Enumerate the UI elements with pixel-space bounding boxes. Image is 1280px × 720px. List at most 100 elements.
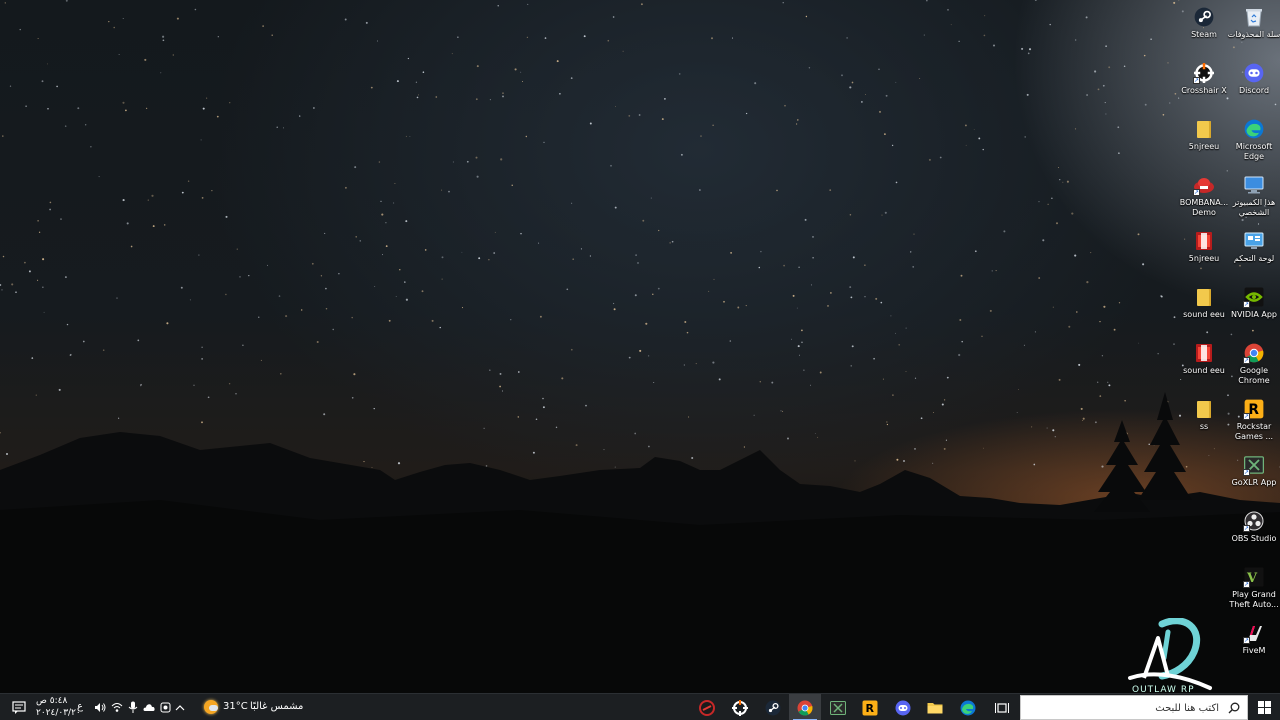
gta-icon: V ↗ (1243, 566, 1265, 588)
desktop-icon-obs-studio[interactable]: ↗ OBS Studio (1227, 506, 1280, 560)
taskbar-chrome[interactable] (789, 694, 821, 720)
onedrive-icon[interactable] (142, 700, 156, 714)
taskbar-file-explorer[interactable] (919, 694, 951, 720)
desktop-icon-label: Crosshair X (1181, 86, 1227, 95)
shortcut-arrow-icon: ↗ (1193, 77, 1200, 84)
taskbar-discord[interactable] (887, 694, 919, 720)
weather-condition: مشمس غالبًا (250, 701, 304, 712)
desktop-icon-this-pc[interactable]: هذا الكمبيوتر الشخصي (1227, 170, 1280, 224)
language-indicator[interactable]: ع (77, 701, 83, 712)
desktop-icon-5njreeu-folder[interactable]: 5njreeu (1177, 114, 1231, 168)
task-view-icon (995, 702, 1009, 713)
bombana-icon: ↗ (1193, 174, 1215, 196)
desktop-icon-sound-eeu-winrar[interactable]: sound eeu (1177, 338, 1231, 392)
clock-date: ٢٠٢٤/٠٣/٢٠ (36, 708, 81, 718)
desktop-icon-discord[interactable]: Discord (1227, 58, 1280, 112)
obs-icon: ↗ (1243, 510, 1265, 532)
desktop-icon-label: sound eeu (1183, 310, 1225, 319)
desktop-icon-grid: Steam سلة المحذوفات ↗ Crosshair X Discord 5nj… (1170, 0, 1280, 693)
clock[interactable]: ٥:٤٨ ص ٢٠٢٤/٠٣/٢٠ (34, 695, 81, 720)
taskbar-steam[interactable] (757, 694, 789, 720)
taskbar-task-view[interactable] (986, 694, 1018, 720)
taskbar-goxlr[interactable] (822, 694, 854, 720)
weather-widget[interactable]: 31°C مشمس غالبًا (200, 694, 304, 720)
shortcut-arrow-icon: ↗ (1243, 413, 1250, 420)
recycle-bin-icon (1243, 6, 1265, 28)
taskbar: ٥:٤٨ ص ٢٠٢٤/٠٣/٢٠ ع 31°C مشمس غالبًا R ا… (0, 693, 1280, 720)
desktop-icon-label: 5njreeu (1188, 142, 1220, 151)
crosshair-icon: ↗ (1193, 62, 1215, 84)
folder-icon (1193, 118, 1215, 140)
rockstar-icon: R ↗ (1243, 398, 1265, 420)
start-button[interactable] (1248, 694, 1280, 720)
mountain-silhouette (0, 392, 1280, 693)
chevron-up-icon[interactable] (173, 700, 187, 714)
steam-icon (765, 700, 781, 715)
shortcut-arrow-icon: ↗ (1243, 525, 1250, 532)
tray-app-icon[interactable] (158, 700, 172, 714)
svg-text:R: R (866, 702, 875, 715)
volume-icon[interactable] (93, 700, 107, 714)
desktop-icon-label: 5njreeu (1188, 254, 1220, 263)
search-icon (1225, 699, 1243, 717)
outlaw-rp-logo: OUTLAW RP (1128, 618, 1212, 693)
taskbar-edge[interactable] (952, 694, 984, 720)
edge-icon (960, 700, 976, 715)
desktop-icon-steam[interactable]: Steam (1177, 2, 1231, 56)
desktop-icon-label: OBS Studio (1231, 534, 1277, 543)
desktop-icon-goxlr-app[interactable]: ↗ GoXLR App (1227, 450, 1280, 504)
fivem-icon: ↗ (1243, 622, 1265, 644)
shortcut-arrow-icon: ↗ (1243, 301, 1250, 308)
shortcut-arrow-icon: ↗ (1193, 189, 1200, 196)
desktop-icon-play-gta[interactable]: V ↗ Play Grand Theft Auto... (1227, 562, 1280, 616)
chrome-icon: ↗ (1243, 342, 1265, 364)
taskbar-search-box[interactable] (1020, 695, 1248, 720)
desktop: Steam سلة المحذوفات ↗ Crosshair X Discord 5nj… (0, 0, 1280, 693)
desktop-icon-ss-folder[interactable]: ss (1177, 394, 1231, 448)
desktop-icon-fivem[interactable]: ↗ FiveM (1227, 618, 1280, 672)
nvidia-icon: ↗ (1243, 286, 1265, 308)
desktop-icon-nvidia-app[interactable]: ↗ NVIDIA App (1227, 282, 1280, 336)
desktop-icon-label: لوحة التحكم (1233, 254, 1275, 263)
desktop-icon-microsoft-edge[interactable]: Microsoft Edge (1227, 114, 1280, 168)
desktop-icon-crosshair-x[interactable]: ↗ Crosshair X (1177, 58, 1231, 112)
chrome-icon (797, 700, 813, 715)
desktop-icon-bombana-demo[interactable]: ↗ BOMBANA... Demo (1177, 170, 1231, 224)
folder-icon (1193, 286, 1215, 308)
desktop-icon-recycle-bin[interactable]: سلة المحذوفات (1227, 2, 1280, 56)
desktop-icon-label: Rockstar Games ... (1234, 422, 1274, 441)
desktop-icon-label: BOMBANA... Demo (1179, 198, 1229, 217)
svg-text:OUTLAW RP: OUTLAW RP (1132, 685, 1195, 693)
clock-time: ٥:٤٨ ص (36, 696, 68, 706)
desktop-icon-label: Play Grand Theft Auto... (1229, 590, 1279, 609)
taskbar-crosshair[interactable] (724, 694, 756, 720)
desktop-icon-rockstar-games[interactable]: R ↗ Rockstar Games ... (1227, 394, 1280, 448)
search-input[interactable] (1041, 697, 1221, 719)
taskbar-rockstar[interactable]: R (854, 694, 886, 720)
folder-icon (1193, 398, 1215, 420)
desktop-icon-label: ss (1199, 422, 1209, 431)
network-icon[interactable] (110, 700, 124, 714)
desktop-icon-label: Discord (1238, 86, 1270, 95)
desktop-icon-sound-eeu-folder[interactable]: sound eeu (1177, 282, 1231, 336)
crosshair-icon (732, 699, 748, 716)
winrar-icon (1193, 230, 1215, 252)
desktop-icon-label: FiveM (1242, 646, 1266, 655)
desktop-icon-label: NVIDIA App (1231, 310, 1277, 319)
control-panel-icon (1243, 230, 1265, 252)
weather-temperature: 31°C (223, 701, 248, 712)
desktop-icon-5njreeu-winrar[interactable]: 5njreeu (1177, 226, 1231, 280)
computer-icon (1243, 174, 1265, 196)
desktop-icon-control-panel[interactable]: لوحة التحكم (1227, 226, 1280, 280)
taskbar-bombana[interactable] (691, 694, 723, 720)
notifications-button[interactable] (4, 694, 34, 720)
shortcut-arrow-icon: ↗ (1243, 357, 1250, 364)
desktop-icon-google-chrome[interactable]: ↗ Google Chrome (1227, 338, 1280, 392)
microphone-icon[interactable] (126, 700, 140, 714)
shortcut-arrow-icon: ↗ (1243, 581, 1250, 588)
notification-icon (12, 701, 26, 714)
desktop-icon-label: Google Chrome (1238, 366, 1270, 385)
goxlr-icon (830, 700, 846, 715)
desktop-icon-label: GoXLR App (1231, 478, 1277, 487)
bombana-icon (699, 699, 715, 716)
